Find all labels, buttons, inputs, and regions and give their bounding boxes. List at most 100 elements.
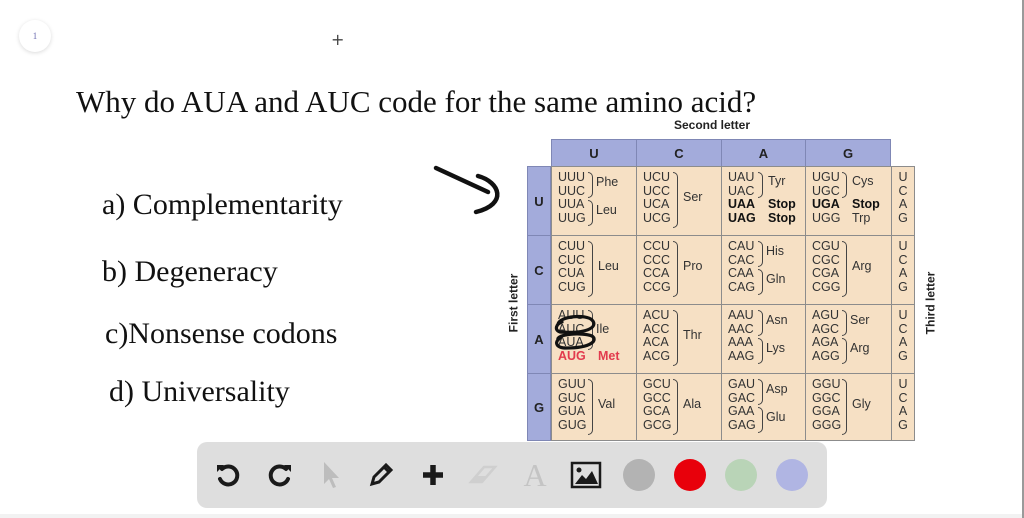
codon-list: CAU CAC CAA CAG (728, 239, 755, 294)
third-c: C (898, 252, 908, 267)
undo-icon (217, 464, 240, 487)
third-u: U (898, 170, 908, 184)
codon: GCU (643, 377, 671, 391)
codon: CCA (643, 266, 670, 280)
add-button[interactable] (416, 458, 450, 492)
codon-list: GUU GUC GUA GUG (558, 377, 587, 432)
codon: UUA (558, 197, 585, 211)
codon: AGU (812, 308, 840, 322)
amino-acid-label: Arg (852, 259, 872, 273)
codon-list: AGU AGC AGA AGG (812, 308, 840, 363)
codon-list: CGU CGC CGA CGG (812, 239, 840, 294)
bracket (758, 310, 763, 336)
eraser-button[interactable] (466, 458, 500, 492)
codon: CAC (728, 252, 755, 267)
color-swatch-blue[interactable] (776, 459, 808, 491)
codon: ACC (643, 321, 670, 336)
codon-list: CUU CUC CUA CUG (558, 239, 586, 294)
third-c: C (898, 321, 908, 336)
undo-button[interactable] (211, 458, 245, 492)
image-button[interactable] (569, 458, 603, 492)
codon: UUG (558, 210, 586, 225)
codon-cell-cu: CUU CUC CUA CUG Leu (551, 235, 637, 305)
redo-icon (268, 464, 291, 487)
codon-cell-gg: GGU GGC GGA GGG Gly (805, 373, 892, 441)
codon-list: AAU AAC AAA AAG (728, 308, 754, 363)
codon: CCU (643, 239, 671, 253)
codon: UGA (812, 197, 840, 211)
third-letter-cell: UCAG (891, 373, 915, 441)
codon: UAU (728, 170, 755, 184)
codon-cell-ca: CAU CAC CAA CAG His Gln (721, 235, 806, 305)
codon: GAG (728, 417, 756, 432)
codon: GGC (812, 390, 841, 405)
option-b: b) Degeneracy (102, 255, 278, 288)
text-button[interactable]: A (518, 457, 552, 493)
codon-list: GAU GAC GAA GAG (728, 377, 756, 432)
third-c: C (898, 390, 908, 405)
codon: UGU (812, 170, 840, 184)
codon: CGC (812, 252, 840, 267)
codon: CAU (728, 239, 755, 253)
amino-acid-label: Gln (766, 272, 786, 286)
codon: GCC (643, 390, 671, 405)
third-g: G (898, 417, 908, 432)
plus-icon (423, 465, 443, 485)
bracket (673, 379, 678, 435)
color-swatch-gray[interactable] (623, 459, 655, 491)
codon: GCG (643, 417, 672, 432)
codon: UAA (728, 197, 756, 211)
codon: UAG (728, 210, 756, 225)
codon-cell-uu: UUU UUC UUA UUG Phe Leu (551, 166, 637, 236)
bracket (588, 200, 593, 226)
codon: ACU (643, 308, 670, 322)
amino-acid-label: Stop (768, 197, 796, 211)
codon: ACG (643, 348, 671, 363)
handdrawn-arrow-icon (433, 165, 500, 215)
option-c: c)Nonsense codons (105, 317, 338, 350)
codon-list: UAU UAC UAA UAG (728, 170, 756, 225)
color-swatch-red[interactable] (674, 459, 706, 491)
pointer-icon (324, 462, 339, 488)
amino-acid-label: Ala (683, 397, 702, 411)
codon-list: UCU UCC UCA UCG (643, 170, 671, 225)
column-header-u: U (551, 139, 637, 167)
select-button[interactable] (313, 458, 347, 492)
third-g: G (898, 348, 908, 363)
codon: CAA (728, 266, 754, 280)
image-icon (570, 461, 602, 489)
bracket (758, 407, 763, 433)
codon: ACA (643, 335, 669, 349)
third-letter-cell: UCAG (891, 166, 915, 236)
codon: GUG (558, 417, 587, 432)
codon: AAU (728, 308, 754, 322)
codon-list: UGU UGC UGA UGG (812, 170, 841, 225)
codon: UAC (728, 183, 755, 198)
bracket (673, 241, 678, 297)
amino-acid-label: Tyr (768, 174, 786, 188)
option-d: d) Universality (109, 375, 290, 408)
amino-acid-label: Lys (766, 341, 785, 355)
codon: CUA (558, 266, 585, 280)
third-g: G (898, 279, 908, 294)
third-a: A (898, 266, 908, 280)
third-a: A (898, 404, 908, 418)
bracket (842, 379, 847, 435)
pen-button[interactable] (364, 458, 398, 492)
color-swatch-green[interactable] (725, 459, 757, 491)
third-letter-cell: UCAG (891, 304, 915, 374)
amino-acid-label: Phe (596, 175, 619, 189)
codon-cell-ug: UGU UGC UGA UGG Cys Stop Trp (805, 166, 892, 236)
codon-cell-uc: UCU UCC UCA UCG Ser (636, 166, 722, 236)
codon: AGC (812, 321, 840, 336)
codon-list: ACU ACC ACA ACG (643, 308, 671, 363)
amino-acid-label: Met (598, 349, 620, 363)
codon: UGG (812, 210, 841, 225)
third-g: G (898, 210, 908, 225)
redo-button[interactable] (263, 458, 297, 492)
codon-list: UUU UUC UUA UUG (558, 170, 586, 225)
amino-acid-label: Leu (596, 203, 617, 217)
option-a: a) Complementarity (102, 188, 343, 221)
page-indicator[interactable]: 1 (19, 20, 51, 52)
codon-list: GGU GGC GGA GGG (812, 377, 841, 432)
